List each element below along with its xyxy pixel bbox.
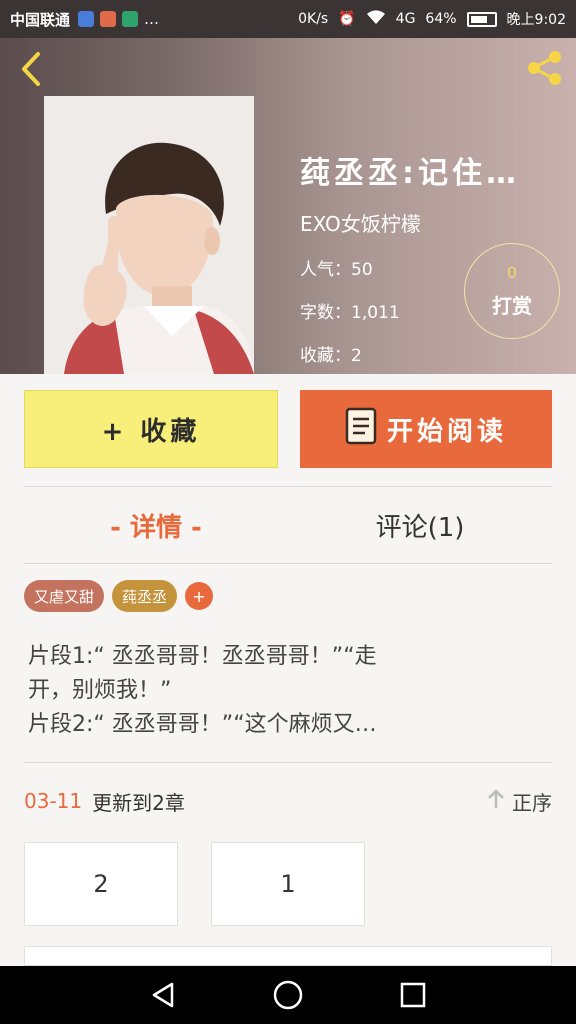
chapter-item[interactable]: 1 [211, 842, 365, 926]
book-title: 莼丞丞:记住… [300, 156, 520, 191]
up-arrow-icon [486, 788, 506, 815]
book-author[interactable]: EXO女饭柠檬 [300, 208, 550, 237]
reward-label: 打赏 [492, 294, 532, 318]
wifi-icon [366, 9, 386, 29]
tag-list: 又虐又甜 莼丞丞 + [24, 580, 214, 612]
tag-item[interactable]: 又虐又甜 [24, 580, 105, 612]
system-nav-bar [0, 966, 576, 1024]
book-header: 莼丞丞:记住… EXO女饭柠檬 人气：50 字数：1,011 收藏：2 0 打赏 [0, 38, 576, 374]
start-reading-button[interactable]: 开始阅读 [300, 390, 552, 468]
book-icon [345, 407, 377, 452]
battery-icon [466, 11, 497, 27]
battery-percent: 64% [425, 11, 457, 27]
alarm-icon: ⏰ [338, 11, 356, 27]
status-bar: 中国联通 … 0K/s ⏰ 4G 64% 晚上9:02 [0, 0, 576, 38]
tab-comments[interactable]: 评论(1) [288, 500, 552, 550]
add-to-collection-button[interactable]: + 收藏 [24, 390, 278, 468]
divider [24, 563, 552, 564]
nav-back-icon[interactable] [143, 975, 183, 1015]
divider [24, 486, 552, 487]
reward-button[interactable]: 0 打赏 [464, 243, 560, 339]
clock: 晚上9:02 [506, 12, 566, 28]
book-summary[interactable]: 片段1:“ 丞丞哥哥！丞丞哥哥！”“走 开，别烦我！” 片段2:“ 丞丞哥哥！”… [28, 640, 548, 742]
notification-icons: … [78, 10, 159, 28]
next-section-panel [24, 946, 552, 966]
summary-line: 开，别烦我！” [28, 678, 172, 703]
add-tag-button[interactable]: + [185, 582, 214, 610]
more-notifications-icon: … [144, 10, 160, 28]
summary-line: 片段2:“ 丞丞哥哥！”“这个麻烦又… [28, 712, 377, 737]
app-green-shield-icon [122, 11, 139, 27]
start-reading-label: 开始阅读 [386, 416, 507, 447]
tag-item[interactable]: 莼丞丞 [112, 580, 178, 612]
sort-order-label: 正序 [512, 790, 552, 815]
nav-recents-icon[interactable] [393, 975, 433, 1015]
summary-line: 片段1:“ 丞丞哥哥！丞丞哥哥！”“走 [28, 644, 377, 669]
sort-order-toggle[interactable]: 正序 [486, 787, 552, 816]
favorites-stat: 收藏：2 [300, 346, 362, 366]
update-date: 03-11 [24, 789, 83, 813]
reward-count: 0 [506, 263, 518, 282]
network-type: 4G [395, 11, 416, 27]
book-cover-image [44, 96, 254, 374]
share-icon[interactable] [522, 48, 566, 88]
net-speed: 0K/s [298, 11, 329, 27]
app-shield-icon [78, 11, 95, 27]
back-arrow-icon[interactable] [14, 50, 50, 88]
carrier-name: 中国联通 [10, 10, 71, 29]
app-colorful-icon [100, 11, 117, 27]
chapter-item[interactable]: 2 [24, 842, 178, 926]
nav-home-icon[interactable] [268, 975, 308, 1015]
tab-detail[interactable]: - 详情 - [24, 500, 288, 550]
update-text: 更新到2章 [92, 790, 185, 815]
divider [24, 762, 552, 763]
update-info: 03-11 更新到2章 正序 [24, 786, 552, 816]
